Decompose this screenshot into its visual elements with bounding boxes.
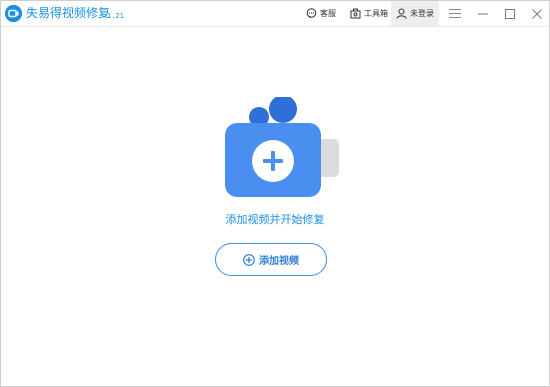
minimize-icon [478,13,488,14]
add-video-camera-icon[interactable] [225,95,341,197]
login-button[interactable]: 未登录 [391,1,439,26]
service-button[interactable]: 客服 [306,1,336,26]
close-icon [532,8,542,19]
app-title: 失易得视频修复 [26,6,111,20]
main-area: 添加视频并开始修复 添加视频 [1,27,549,386]
service-label: 客服 [320,9,336,18]
toolbox-icon [350,8,361,19]
login-label: 未登录 [410,9,434,18]
app-logo-icon [5,5,22,22]
maximize-button[interactable] [498,1,522,26]
main-hint-text: 添加视频并开始修复 [225,213,325,226]
close-button[interactable] [525,1,549,26]
tools-label: 工具箱 [364,9,388,18]
user-icon [396,8,407,19]
chat-bubble-icon [306,8,317,19]
add-video-label: 添加视频 [259,256,299,267]
maximize-icon [505,8,515,19]
plus-circle-icon [243,253,255,266]
app-window: 失易得视频修复 1.21 客服 工具箱 未登录 添加视频并开始修复 添加视频 [0,0,550,387]
title-bar: 失易得视频修复 1.21 客服 工具箱 未登录 [1,1,549,27]
hamburger-icon [449,9,461,18]
menu-button[interactable] [443,1,467,26]
app-version: 1.21 [107,12,124,20]
minimize-button[interactable] [471,1,495,26]
add-video-button[interactable]: 添加视频 [215,243,327,276]
tools-button[interactable]: 工具箱 [350,1,388,26]
